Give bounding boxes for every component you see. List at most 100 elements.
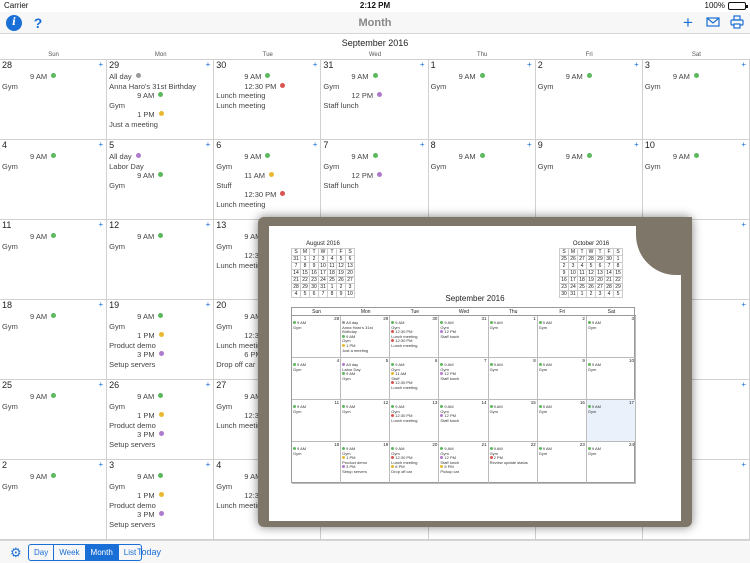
event-item[interactable]: 9 AM [0,312,106,322]
event-item[interactable]: 12:30 PM [214,190,320,200]
day-cell[interactable]: 3 +9 AM Gym [642,60,750,140]
day-cell[interactable]: 3 +9 AM Gym 1 PM Product demo 3 PM Setup serve… [107,460,215,540]
event-item[interactable]: 9 AM [536,152,642,162]
day-cell[interactable]: 18 +9 AM Gym [0,300,108,380]
event-item[interactable]: 9 AM [0,232,106,242]
day-cell[interactable]: 30 +9 AM 12:30 PM Lunch meeting Lunch meetin… [214,60,322,140]
day-cell[interactable]: 28 +9 AM Gym [0,60,108,140]
add-event-icon[interactable]: + [206,220,211,229]
add-event-icon[interactable]: + [313,60,318,69]
mail-icon[interactable] [705,15,721,31]
event-item[interactable]: 9 AM [429,72,535,82]
add-event-icon[interactable]: + [420,140,425,149]
add-event-icon[interactable]: + [634,140,639,149]
event-item[interactable]: 9 AM [0,392,106,402]
event-item[interactable]: 9 AM [321,152,427,162]
day-cell[interactable]: 2 +9 AM Gym [535,60,643,140]
day-cell[interactable]: 2 +9 AM Gym [0,460,108,540]
add-event-icon[interactable]: + [680,14,696,31]
event-time: 11 AM [244,171,265,180]
event-item[interactable]: 12 PM [321,171,427,181]
day-cell[interactable]: 10 +9 AM Gym [642,140,750,220]
add-event-icon[interactable]: + [206,460,211,469]
day-cell[interactable]: 4 +9 AM Gym [0,140,108,220]
add-event-icon[interactable]: + [206,60,211,69]
add-event-icon[interactable]: + [634,60,639,69]
day-number: 30 [216,60,227,70]
event-item[interactable]: 12 PM [321,91,427,101]
day-cell[interactable]: 11 +9 AM Gym [0,220,108,300]
day-cell[interactable]: 31 +9 AM Gym 12 PM Staff lunch [321,60,429,140]
event-item[interactable]: All day [107,72,213,82]
add-event-icon[interactable]: + [98,60,103,69]
event-time: 6 PM [244,350,262,359]
add-event-icon[interactable]: + [98,380,103,389]
day-cell[interactable]: 26 +9 AM Gym 1 PM Product demo 3 PM Setup serv… [107,380,215,460]
event-item[interactable]: 3 PM [107,430,213,440]
event-item[interactable]: 9 AM [536,72,642,82]
add-event-icon[interactable]: + [741,140,746,149]
event-item[interactable]: 9 AM [107,171,213,181]
event-item[interactable]: 1 PM [107,110,213,120]
event-item[interactable]: 9 AM [0,152,106,162]
gear-icon[interactable]: ⚙ [10,545,22,561]
event-name: Gym [323,81,340,91]
add-event-icon[interactable]: + [741,300,746,309]
event-item[interactable]: 9 AM [107,472,213,482]
event-item[interactable]: 9 AM [429,152,535,162]
day-cell[interactable]: 19 +9 AM Gym 1 PM Product demo 3 PM Setup serv… [107,300,215,380]
add-event-icon[interactable]: + [741,460,746,469]
event-item[interactable]: 9 AM [0,72,106,82]
event-item[interactable]: 9 AM [643,152,749,162]
add-event-icon[interactable]: + [98,300,103,309]
event-item[interactable]: 3 PM [107,350,213,360]
add-event-icon[interactable]: + [313,140,318,149]
event-item[interactable]: 1 PM [107,491,213,501]
event-item[interactable]: 9 AM [107,91,213,101]
event-item[interactable]: 9 AM [214,72,320,82]
add-event-icon[interactable]: + [98,140,103,149]
add-event-icon[interactable]: + [206,380,211,389]
event-list: 9 AM Gym [0,152,106,171]
add-event-icon[interactable]: + [527,140,532,149]
view-tab-day[interactable]: Day [29,545,55,560]
event-item[interactable]: 1 PM [107,411,213,421]
preview-event-line: Gym [588,451,601,457]
add-event-icon[interactable]: + [98,460,103,469]
day-cell[interactable]: 1 +9 AM Gym [428,60,536,140]
event-item[interactable]: 9 AM [107,392,213,402]
event-item[interactable]: 1 PM [107,331,213,341]
day-cell[interactable]: 6 +9 AM Gym 11 AM Stuff 12:30 PM Lunch meeting [214,140,322,220]
day-cell[interactable]: 9 +9 AM Gym [535,140,643,220]
event-item[interactable]: 9 AM [107,232,213,242]
event-item[interactable]: 9 AM [321,72,427,82]
add-event-icon[interactable]: + [741,380,746,389]
day-cell[interactable]: 29 + All day Anna Haro's 31st Birthday 9 AM G… [107,60,215,140]
day-cell[interactable]: 12 +9 AM Gym [107,220,215,300]
event-item[interactable]: 3 PM [107,510,213,520]
view-tab-week[interactable]: Week [54,545,86,560]
add-event-icon[interactable]: + [98,220,103,229]
event-item[interactable]: 12:30 PM [214,82,320,92]
mini-day: 27 [345,276,355,284]
today-button[interactable]: Today [137,547,161,557]
day-cell[interactable]: 5 + All day Labor Day 9 AM Gym [107,140,215,220]
event-item[interactable]: All day [107,152,213,162]
add-event-icon[interactable]: + [206,300,211,309]
day-cell[interactable]: 7 +9 AM Gym 12 PM Staff lunch [321,140,429,220]
event-item[interactable]: 9 AM [214,152,320,162]
event-item[interactable]: 9 AM [107,312,213,322]
view-tab-month[interactable]: Month [85,545,119,560]
add-event-icon[interactable]: + [527,60,532,69]
event-name: Product demo [109,500,156,510]
add-event-icon[interactable]: + [741,220,746,229]
event-item[interactable]: 11 AM [214,171,320,181]
event-item[interactable]: 9 AM [643,72,749,82]
day-cell[interactable]: 25 +9 AM Gym [0,380,108,460]
add-event-icon[interactable]: + [420,60,425,69]
event-item[interactable]: 9 AM [0,472,106,482]
add-event-icon[interactable]: + [206,140,211,149]
add-event-icon[interactable]: + [741,60,746,69]
print-icon[interactable] [729,15,745,31]
day-cell[interactable]: 8 +9 AM Gym [428,140,536,220]
